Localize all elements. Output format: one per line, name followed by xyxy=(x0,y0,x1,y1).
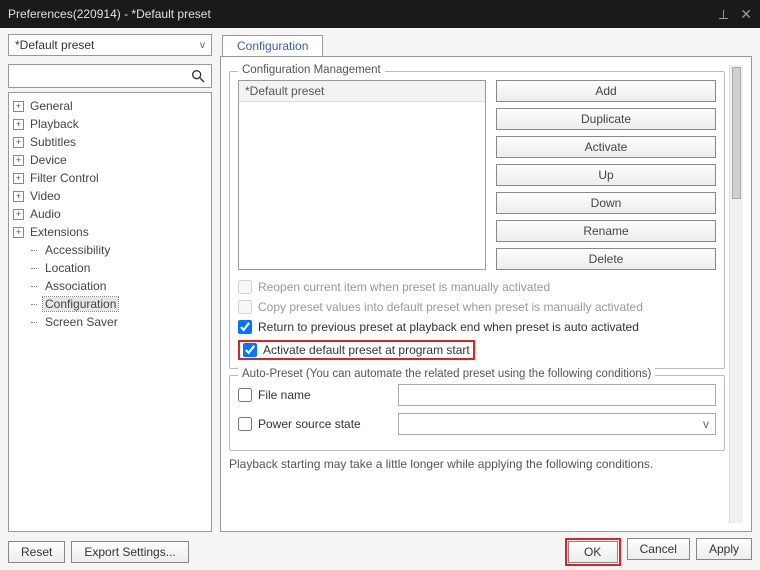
check-filename-label: File name xyxy=(258,388,311,402)
tree-item-label: Location xyxy=(43,261,92,275)
highlight-ok: OK xyxy=(565,538,621,566)
pin-icon[interactable]: ⟂ xyxy=(719,6,728,23)
expand-icon[interactable]: + xyxy=(13,101,24,112)
export-settings-button[interactable]: Export Settings... xyxy=(71,541,188,563)
scrollbar[interactable] xyxy=(729,65,743,523)
check-reopen[interactable]: Reopen current item when preset is manua… xyxy=(238,280,716,294)
check-power-box[interactable] xyxy=(238,417,252,431)
expand-icon[interactable]: + xyxy=(13,191,24,202)
titlebar: Preferences(220914) - *Default preset ⟂ … xyxy=(0,0,760,28)
tab-configuration[interactable]: Configuration xyxy=(222,35,323,56)
tree-item-label: Video xyxy=(28,189,62,203)
auto-preset-group: Auto-Preset (You can automate the relate… xyxy=(229,375,725,451)
preset-list-item[interactable]: *Default preset xyxy=(239,81,485,102)
tree-item-accessibility[interactable]: Accessibility xyxy=(11,241,209,259)
tree-item-screen-saver[interactable]: Screen Saver xyxy=(11,313,209,331)
tree-item-label: Configuration xyxy=(43,297,118,311)
tree-item-label: Subtitles xyxy=(28,135,78,149)
tree-item-label: Device xyxy=(28,153,69,167)
search-input[interactable] xyxy=(13,69,189,83)
check-filename[interactable]: File name xyxy=(238,388,388,402)
rename-button[interactable]: Rename xyxy=(496,220,716,242)
config-management-legend: Configuration Management xyxy=(238,64,385,76)
check-copy-label: Copy preset values into default preset w… xyxy=(258,300,643,314)
dialog-footer: Reset Export Settings... OK Cancel Apply xyxy=(8,532,752,566)
tree-item-label: General xyxy=(28,99,75,113)
config-management-group: Configuration Management *Default preset… xyxy=(229,71,725,369)
close-icon[interactable]: ✕ xyxy=(740,6,752,23)
tree-item-label: Association xyxy=(43,279,108,293)
apply-button[interactable]: Apply xyxy=(696,538,752,560)
down-button[interactable]: Down xyxy=(496,192,716,214)
tree-item-label: Audio xyxy=(28,207,63,221)
preset-list[interactable]: *Default preset xyxy=(238,80,486,270)
tree-item-extensions[interactable]: + Extensions xyxy=(11,223,209,241)
check-reopen-label: Reopen current item when preset is manua… xyxy=(258,280,550,294)
check-filename-box[interactable] xyxy=(238,388,252,402)
chevron-down-icon: v xyxy=(200,40,205,51)
tree-item-device[interactable]: + Device xyxy=(11,151,209,169)
search-icon[interactable] xyxy=(189,67,207,85)
check-return[interactable]: Return to previous preset at playback en… xyxy=(238,320,716,334)
tree-item-label: Filter Control xyxy=(28,171,101,185)
check-copy[interactable]: Copy preset values into default preset w… xyxy=(238,300,716,314)
expand-icon[interactable]: + xyxy=(13,227,24,238)
left-panel: *Default preset v + General + Playback + Subt… xyxy=(8,34,212,532)
add-button[interactable]: Add xyxy=(496,80,716,102)
filename-input[interactable] xyxy=(398,384,716,406)
delete-button[interactable]: Delete xyxy=(496,248,716,270)
check-activate-default-box[interactable] xyxy=(243,343,257,357)
preset-dropdown[interactable]: *Default preset v xyxy=(8,34,212,56)
tree-item-filter-control[interactable]: + Filter Control xyxy=(11,169,209,187)
auto-preset-legend: Auto-Preset (You can automate the relate… xyxy=(238,368,655,380)
expand-icon[interactable]: + xyxy=(13,209,24,220)
tree-item-video[interactable]: + Video xyxy=(11,187,209,205)
tree-item-configuration[interactable]: Configuration xyxy=(11,295,209,313)
duplicate-button[interactable]: Duplicate xyxy=(496,108,716,130)
check-activate-default[interactable]: Activate default preset at program start xyxy=(243,343,470,357)
tab-content: Configuration Management *Default preset… xyxy=(220,56,752,532)
check-return-label: Return to previous preset at playback en… xyxy=(258,320,639,334)
tree-item-label: Extensions xyxy=(28,225,91,239)
reset-button[interactable]: Reset xyxy=(8,541,65,563)
check-power[interactable]: Power source state xyxy=(238,417,388,431)
check-activate-default-label: Activate default preset at program start xyxy=(263,343,470,357)
check-power-label: Power source state xyxy=(258,417,361,431)
highlight-activate-default: Activate default preset at program start xyxy=(238,340,475,360)
tree-item-subtitles[interactable]: + Subtitles xyxy=(11,133,209,151)
activate-button[interactable]: Activate xyxy=(496,136,716,158)
check-return-box[interactable] xyxy=(238,320,252,334)
expand-icon[interactable]: + xyxy=(13,155,24,166)
chevron-down-icon: v xyxy=(703,417,709,431)
check-copy-box[interactable] xyxy=(238,300,252,314)
expand-icon[interactable]: + xyxy=(13,137,24,148)
check-reopen-box[interactable] xyxy=(238,280,252,294)
cancel-button[interactable]: Cancel xyxy=(627,538,690,560)
tree-item-label: Accessibility xyxy=(43,243,112,257)
tab-strip: Configuration xyxy=(220,34,752,56)
category-tree[interactable]: + General + Playback + Subtitles + Device + Filte… xyxy=(8,92,212,532)
tree-item-label: Playback xyxy=(28,117,81,131)
preset-dropdown-value: *Default preset xyxy=(15,38,94,52)
power-select[interactable]: v xyxy=(398,413,716,435)
tree-item-location[interactable]: Location xyxy=(11,259,209,277)
search-box[interactable] xyxy=(8,64,212,88)
playback-note: Playback starting may take a little long… xyxy=(229,457,725,471)
window-controls: ⟂ ✕ xyxy=(719,6,752,23)
tree-item-audio[interactable]: + Audio xyxy=(11,205,209,223)
up-button[interactable]: Up xyxy=(496,164,716,186)
tree-item-general[interactable]: + General xyxy=(11,97,209,115)
expand-icon[interactable]: + xyxy=(13,173,24,184)
tree-item-association[interactable]: Association xyxy=(11,277,209,295)
expand-icon[interactable]: + xyxy=(13,119,24,130)
right-panel: Configuration Configuration Management *… xyxy=(220,34,752,532)
window-title: Preferences(220914) - *Default preset xyxy=(8,7,211,21)
ok-button[interactable]: OK xyxy=(568,541,618,563)
tree-item-playback[interactable]: + Playback xyxy=(11,115,209,133)
tree-item-label: Screen Saver xyxy=(43,315,120,329)
